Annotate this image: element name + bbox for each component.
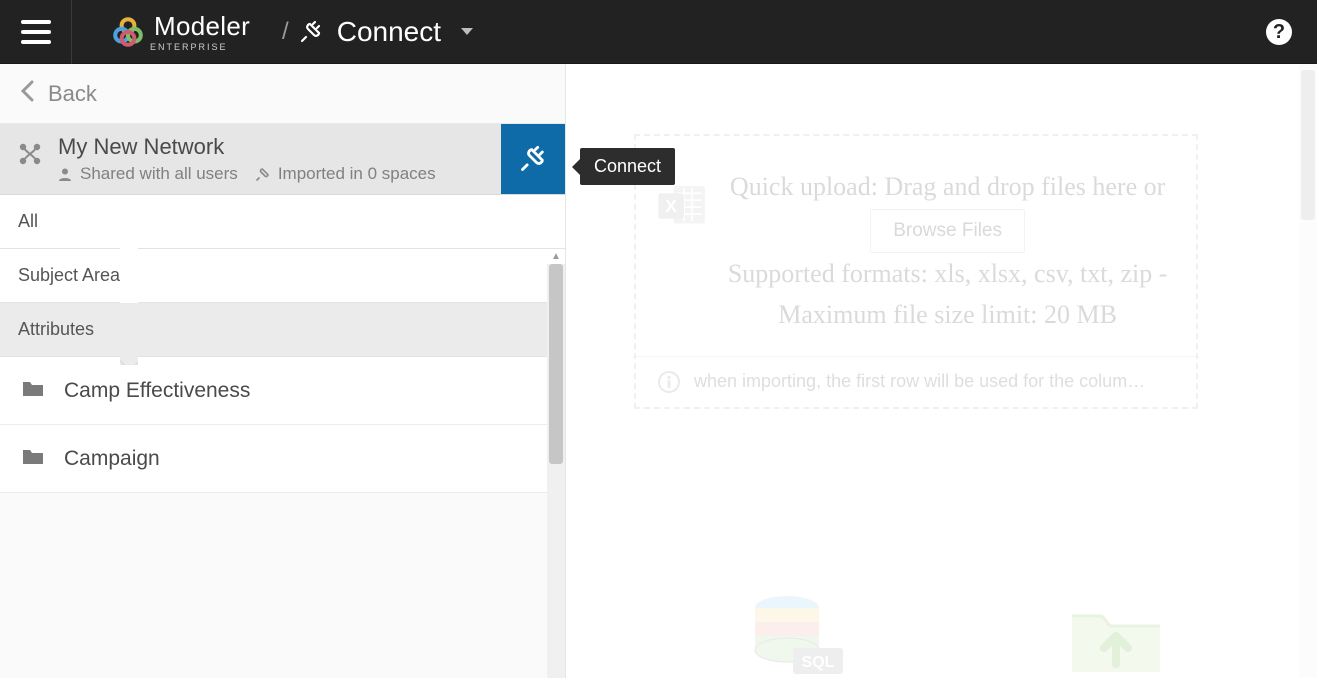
folder-icon — [22, 447, 44, 471]
brand-subtitle: ENTERPRISE — [150, 42, 250, 52]
brand-logo-icon — [112, 16, 144, 48]
main-scrollbar[interactable] — [1299, 64, 1317, 678]
folder-campaign[interactable]: Campaign — [0, 425, 565, 493]
scrollbar-thumb[interactable] — [549, 264, 563, 464]
help-button[interactable]: ? — [1265, 18, 1293, 46]
connect-button[interactable] — [501, 124, 565, 194]
scroll-up-icon: ▲ — [547, 248, 565, 264]
upload-text-2: Supported formats: xls, xlsx, csv, txt, … — [728, 259, 1168, 330]
folder-label: Campaign — [64, 447, 160, 471]
filter-subject-area[interactable]: Subject Area — [0, 249, 565, 303]
folder-camp-effectiveness[interactable]: Camp Effectiveness — [0, 357, 565, 425]
svg-text:X: X — [665, 196, 677, 216]
brand-name: Modeler — [154, 11, 250, 42]
folder-label: Camp Effectiveness — [64, 379, 250, 403]
brand[interactable]: Modeler ENTERPRISE — [72, 11, 272, 52]
upload-note: when importing, the first row will be us… — [636, 356, 1196, 407]
back-button[interactable]: Back — [0, 64, 565, 124]
folder-icon — [22, 379, 44, 403]
hamburger-icon — [21, 20, 51, 44]
sidebar-scrollbar[interactable]: ▲ — [547, 264, 565, 678]
help-icon: ? — [1265, 18, 1293, 46]
info-icon — [658, 371, 680, 393]
network-title: My New Network — [58, 134, 545, 160]
top-bar: Modeler ENTERPRISE / Connect ? — [0, 0, 1317, 64]
plug-icon — [519, 145, 547, 173]
scrollbar-thumb[interactable] — [1301, 70, 1315, 220]
upload-dropzone[interactable]: X Quick upload: Drag and drop files here… — [634, 134, 1198, 409]
imported-meta: Imported in 0 spaces — [256, 164, 436, 184]
upload-text-1: Quick upload: Drag and drop files here o… — [730, 172, 1165, 201]
shared-meta: Shared with all users — [58, 164, 238, 184]
breadcrumb-connect[interactable]: Connect — [299, 16, 473, 48]
sidebar: Back My New Network Shared with all user… — [0, 64, 566, 678]
network-icon — [16, 140, 44, 173]
pin-icon — [256, 167, 270, 181]
sql-database-icon[interactable]: SQL — [745, 594, 845, 678]
network-header[interactable]: My New Network Shared with all users Imp… — [0, 124, 565, 195]
menu-button[interactable] — [0, 0, 72, 64]
filter-attributes[interactable]: Attributes — [0, 303, 565, 357]
filter-all[interactable]: All — [0, 195, 565, 249]
caret-down-icon — [461, 28, 473, 35]
main-content: X Quick upload: Drag and drop files here… — [566, 64, 1317, 678]
svg-text:?: ? — [1273, 21, 1285, 43]
svg-text:SQL: SQL — [801, 654, 834, 671]
browse-files-button[interactable]: Browse Files — [870, 209, 1025, 253]
connect-tooltip: Connect — [580, 148, 675, 185]
folder-upload-icon[interactable] — [1066, 594, 1166, 678]
chevron-left-icon — [20, 80, 34, 108]
plug-icon — [299, 20, 323, 44]
user-icon — [58, 167, 72, 181]
back-label: Back — [48, 81, 97, 107]
breadcrumb-label: Connect — [337, 16, 441, 48]
breadcrumb-separator: / — [272, 18, 299, 46]
